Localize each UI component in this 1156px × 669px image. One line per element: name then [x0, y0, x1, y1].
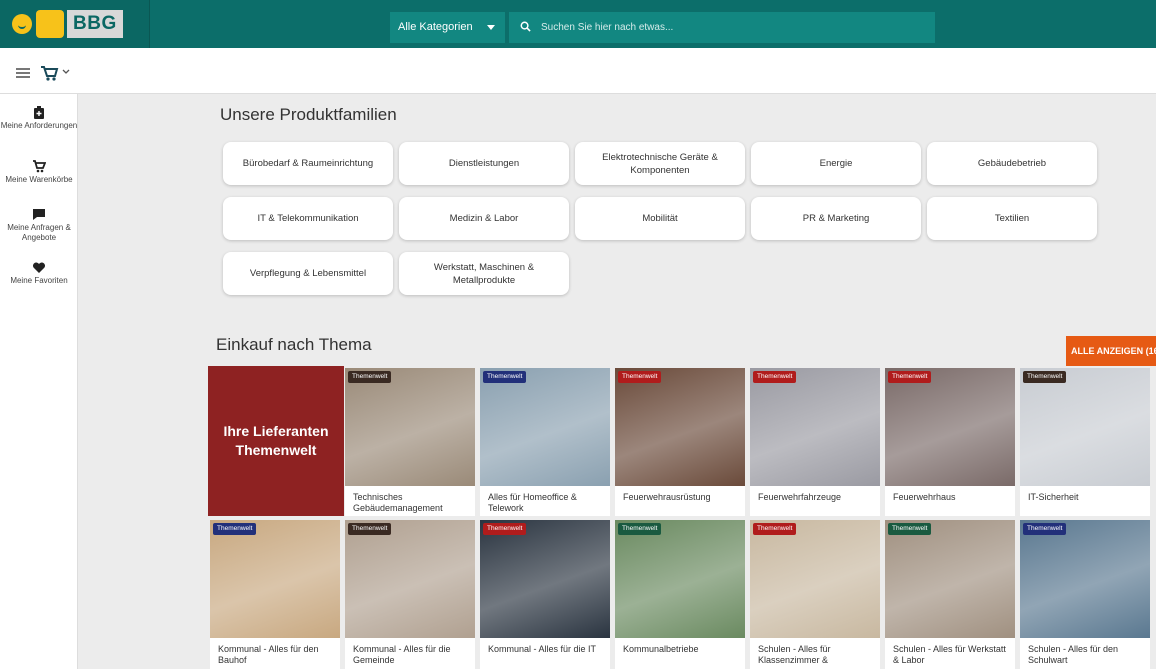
product-family-button[interactable]: Mobilität: [575, 197, 745, 240]
theme-card-caption: Feuerwehrhaus: [893, 492, 956, 502]
theme-card-image: Themenwelt: [345, 368, 475, 486]
product-family-button[interactable]: Textilien: [927, 197, 1097, 240]
theme-card-image: Themenwelt: [615, 520, 745, 638]
theme-card[interactable]: Themenwelt Alles für Homeoffice & Telewor…: [480, 368, 610, 516]
smiley-icon: [12, 14, 32, 34]
sidebar-item-label: Meine Anfragen & Angebote: [7, 223, 71, 242]
theme-card-image: Themenwelt: [480, 368, 610, 486]
product-family-button[interactable]: PR & Marketing: [751, 197, 921, 240]
themenwelt-badge: Themenwelt: [348, 523, 392, 535]
lieferanten-label: Ihre Lieferanten Themenwelt: [223, 423, 329, 458]
sidebar-item-label: Meine Anforderungen: [0, 121, 78, 130]
heart-icon: [32, 262, 46, 273]
product-family-button[interactable]: Energie: [751, 142, 921, 185]
top-bar: BBG Alle Kategorien Suchen Sie hier nach…: [0, 0, 1156, 48]
sidebar-item-anfragen[interactable]: Meine Anfragen & Angebote: [0, 208, 78, 243]
product-family-button[interactable]: Bürobedarf & Raumeinrichtung: [223, 142, 393, 185]
product-family-button[interactable]: Elektrotechnische Geräte & Komponenten: [575, 142, 745, 185]
themenwelt-badge: Themenwelt: [1023, 523, 1067, 535]
theme-card-image: Themenwelt: [1020, 520, 1150, 638]
thema-title: Einkauf nach Thema: [216, 335, 372, 354]
theme-card[interactable]: Themenwelt Feuerwehrhaus: [885, 368, 1015, 516]
themenwelt-badge: Themenwelt: [753, 523, 797, 535]
lieferanten-themenwelt-tile[interactable]: Ihre Lieferanten Themenwelt: [208, 366, 344, 516]
theme-card[interactable]: Themenwelt Schulen - Alles für Klassenzim…: [750, 520, 880, 669]
theme-card[interactable]: Themenwelt Kommunal - Alles für die Gemei…: [345, 520, 475, 669]
sidebar-item-label: Meine Warenkörbe: [5, 175, 73, 184]
product-family-button[interactable]: Medizin & Labor: [399, 197, 569, 240]
produktfamilien-title: Unsere Produktfamilien: [220, 105, 397, 124]
product-family-button[interactable]: IT & Telekommunikation: [223, 197, 393, 240]
theme-card[interactable]: Themenwelt Technisches Gebäudemanagement: [345, 368, 475, 516]
theme-card-image: Themenwelt: [615, 368, 745, 486]
theme-card[interactable]: Themenwelt Kommunalbetriebe: [615, 520, 745, 669]
themenwelt-badge: Themenwelt: [888, 371, 932, 383]
theme-card-image: Themenwelt: [1020, 368, 1150, 486]
theme-card[interactable]: Themenwelt Feuerwehrfahrzeuge: [750, 368, 880, 516]
sidebar-item-favoriten[interactable]: Meine Favoriten: [0, 262, 78, 286]
theme-card-caption: Schulen - Alles für Werkstatt & Labor: [893, 644, 1006, 665]
theme-card-image: Themenwelt: [210, 520, 340, 638]
sub-header: [0, 48, 1156, 94]
theme-card-image: Themenwelt: [885, 520, 1015, 638]
clipboard-icon: [34, 106, 44, 119]
theme-card[interactable]: Themenwelt IT-Sicherheit: [1020, 368, 1150, 516]
theme-card-caption: Schulen - Alles für den Schulwart: [1028, 644, 1119, 665]
category-select[interactable]: Alle Kategorien: [390, 12, 505, 43]
theme-card-image: Themenwelt: [885, 368, 1015, 486]
theme-card-caption: Alles für Homeoffice & Telework: [488, 492, 577, 513]
theme-card-image: Themenwelt: [345, 520, 475, 638]
themenwelt-badge: Themenwelt: [348, 371, 392, 383]
theme-card[interactable]: Themenwelt Feuerwehrausrüstung: [615, 368, 745, 516]
dropdown-arrow-icon: [487, 25, 495, 30]
category-select-label: Alle Kategorien: [398, 21, 473, 33]
search-icon: [520, 21, 531, 32]
themenwelt-badge: Themenwelt: [753, 371, 797, 383]
themenwelt-badge: Themenwelt: [888, 523, 932, 535]
sidebar: Meine Anforderungen Meine Warenkörbe Mei…: [0, 94, 78, 669]
product-family-button[interactable]: Werkstatt, Maschinen & Metallprodukte: [399, 252, 569, 295]
logo-square: [36, 10, 64, 38]
theme-card-caption: Kommunal - Alles für den Bauhof: [218, 644, 319, 665]
theme-card[interactable]: Themenwelt Kommunal - Alles für die IT: [480, 520, 610, 669]
themenwelt-badge: Themenwelt: [483, 523, 527, 535]
themenwelt-badge: Themenwelt: [483, 371, 527, 383]
sidebar-item-label: Meine Favoriten: [10, 276, 68, 285]
hamburger-menu-icon[interactable]: [16, 68, 30, 78]
cart-dropdown-icon[interactable]: [39, 64, 73, 82]
themenwelt-badge: Themenwelt: [213, 523, 257, 535]
theme-card-caption: Feuerwehrfahrzeuge: [758, 492, 842, 502]
theme-card-caption: Feuerwehrausrüstung: [623, 492, 711, 502]
theme-card-caption: Kommunal - Alles für die IT: [488, 644, 597, 654]
product-family-button[interactable]: Dienstleistungen: [399, 142, 569, 185]
bbg-logo[interactable]: BBG: [0, 0, 150, 48]
search-input[interactable]: Suchen Sie hier nach etwas...: [509, 12, 935, 43]
theme-card[interactable]: Themenwelt Schulen - Alles für den Schulw…: [1020, 520, 1150, 669]
themenwelt-badge: Themenwelt: [618, 523, 662, 535]
show-all-button[interactable]: ALLE ANZEIGEN (16: [1066, 336, 1156, 366]
product-family-button[interactable]: Gebäudebetrieb: [927, 142, 1097, 185]
cart-icon: [33, 160, 46, 173]
theme-card-caption: Schulen - Alles für Klassenzimmer &: [758, 644, 831, 665]
theme-card-image: Themenwelt: [750, 520, 880, 638]
themenwelt-badge: Themenwelt: [618, 371, 662, 383]
product-family-button[interactable]: Verpflegung & Lebensmittel: [223, 252, 393, 295]
sidebar-item-anforderungen[interactable]: Meine Anforderungen: [0, 106, 78, 131]
theme-card[interactable]: Themenwelt Schulen - Alles für Werkstatt …: [885, 520, 1015, 669]
theme-card-caption: Kommunal - Alles für die Gemeinde: [353, 644, 451, 665]
logo-text: BBG: [67, 10, 123, 38]
theme-card-image: Themenwelt: [480, 520, 610, 638]
theme-card-caption: Technisches Gebäudemanagement: [353, 492, 443, 513]
theme-card-image: Themenwelt: [750, 368, 880, 486]
themenwelt-badge: Themenwelt: [1023, 371, 1067, 383]
search-placeholder: Suchen Sie hier nach etwas...: [541, 22, 674, 33]
theme-card-caption: IT-Sicherheit: [1028, 492, 1079, 502]
sidebar-item-warenkoerbe[interactable]: Meine Warenkörbe: [0, 160, 78, 185]
theme-card-caption: Kommunalbetriebe: [623, 644, 699, 654]
chat-icon: [33, 209, 45, 220]
theme-card[interactable]: Themenwelt Kommunal - Alles für den Bauho…: [210, 520, 340, 669]
